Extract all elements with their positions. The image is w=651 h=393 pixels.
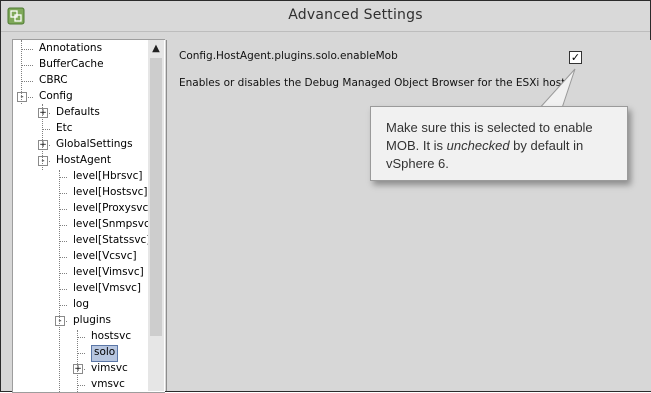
expand-icon[interactable]: + [38, 108, 48, 118]
tree-guide [59, 170, 60, 392]
tree-connector [59, 193, 67, 194]
tree-item[interactable]: vmsvc [91, 377, 125, 392]
tree-item[interactable]: level[Vcsvc] [73, 249, 137, 264]
tree-item[interactable]: vimsvc [91, 361, 128, 376]
tree-item[interactable]: level[Hbrsvc] [73, 169, 143, 184]
collapse-icon[interactable]: - [55, 316, 65, 326]
tree-item[interactable]: Defaults [56, 105, 100, 120]
window-title: Advanced Settings [288, 7, 423, 23]
title-bar: Advanced Settings [1, 1, 650, 32]
tree-guide [42, 104, 43, 170]
tree-item[interactable]: level[Proxysvc [73, 201, 148, 216]
tree-item[interactable]: level[Hostsvc] [73, 185, 148, 200]
tree-item[interactable]: Annotations [39, 41, 102, 56]
tree-scrollbar[interactable]: ▲ [148, 40, 164, 391]
tree-connector [59, 289, 67, 290]
tree-item[interactable]: Etc [56, 121, 73, 136]
tree-item[interactable]: level[Statssvc] [73, 233, 150, 248]
tree-connector [59, 273, 67, 274]
setting-key: Config.HostAgent.plugins.solo.enableMob [179, 50, 398, 62]
tree-connector [21, 49, 33, 50]
scroll-up-icon[interactable]: ▲ [148, 40, 164, 56]
tree-connector [77, 385, 85, 386]
tree-connector [42, 129, 50, 130]
tree-connector [21, 65, 33, 66]
tree-item[interactable]: Config [39, 89, 73, 104]
tree-guide [77, 330, 78, 392]
callout-text: Make sure this is selected to enable MOB… [386, 119, 616, 173]
tree-connector [77, 353, 85, 354]
tree-item[interactable]: plugins [73, 313, 111, 328]
tree-connector [59, 209, 67, 210]
tree-connector [59, 257, 67, 258]
tree-item[interactable]: GlobalSettings [56, 137, 133, 152]
tree-connector [59, 177, 67, 178]
collapse-icon[interactable]: - [38, 156, 48, 166]
tree-item[interactable]: log [73, 297, 89, 312]
tree-item[interactable]: solo [91, 345, 119, 362]
tree-connector [59, 241, 67, 242]
tree-connector [77, 337, 85, 338]
advanced-settings-window: Advanced Settings Annotations BufferCache… [0, 0, 651, 393]
tree-guide [21, 40, 22, 104]
tree-item[interactable]: CBRC [39, 73, 68, 88]
annotation-callout: Make sure this is selected to enable MOB… [370, 106, 628, 181]
tree-connector [59, 225, 67, 226]
collapse-icon[interactable]: - [17, 92, 27, 102]
settings-tree[interactable]: Annotations BufferCache CBRC - Config + Defaul… [12, 39, 165, 393]
tree-connector [21, 81, 33, 82]
scroll-thumb[interactable] [150, 58, 162, 336]
tree-connector [59, 305, 67, 306]
expand-icon[interactable]: + [73, 364, 83, 374]
tree-item[interactable]: level[Vmsvc] [73, 281, 141, 296]
tree-item[interactable]: level[Vimsvc] [73, 265, 144, 280]
tree-item[interactable]: BufferCache [39, 57, 104, 72]
expand-icon[interactable]: + [38, 140, 48, 150]
tree-item[interactable]: hostsvc [91, 329, 131, 344]
tree-item[interactable]: level[Snmpsvc [73, 217, 150, 232]
callout-emphasis: unchecked [446, 138, 510, 153]
tree-item[interactable]: HostAgent [56, 153, 111, 168]
